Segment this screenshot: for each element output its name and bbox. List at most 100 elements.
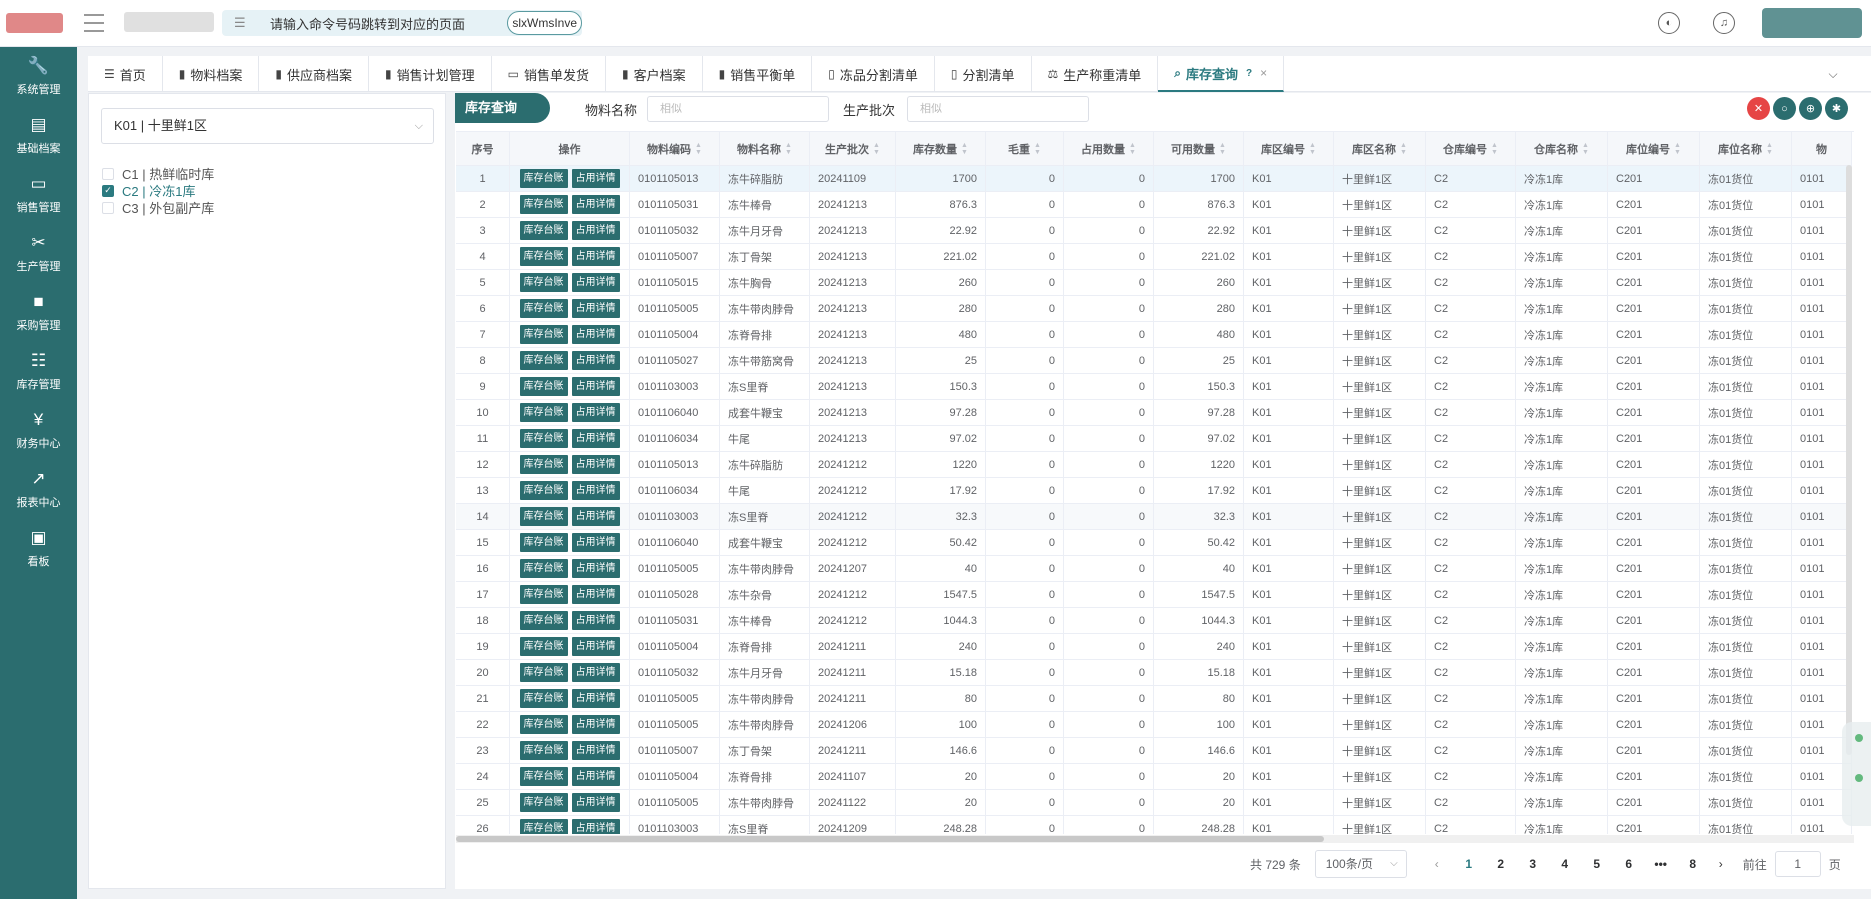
close-icon[interactable]: × [1260, 66, 1267, 80]
sidebar-item-system[interactable]: 🔧 系统管理 [0, 47, 77, 106]
occupy-detail-button[interactable]: 占用详情 [571, 663, 620, 682]
sort-icon[interactable]: ▲ ▼ [1674, 142, 1681, 156]
sort-icon[interactable]: ▲ ▼ [785, 142, 792, 156]
table-row[interactable]: 21 库存台账 占用详情 0101105005 冻牛带肉脖骨 20241211 80 0 0 80… [456, 686, 1852, 712]
table-row[interactable]: 20 库存台账 占用详情 0101105032 冻牛月牙骨 20241211 15.18 0 0… [456, 660, 1852, 686]
table-row[interactable]: 17 库存台账 占用详情 0101105028 冻牛杂骨 20241212 1547.5 0 0… [456, 582, 1852, 608]
occupy-detail-button[interactable]: 占用详情 [571, 637, 620, 656]
occupy-detail-button[interactable]: 占用详情 [571, 507, 620, 526]
stock-ledger-button[interactable]: 库存台账 [519, 611, 568, 630]
occupy-detail-button[interactable]: 占用详情 [571, 429, 620, 448]
column-header[interactable]: 物料名称 ▲ ▼ [720, 132, 810, 165]
tree-item-c3[interactable]: C3 | 外包副产库 [102, 198, 214, 217]
chevron-down-icon[interactable]: ⌵ [1815, 56, 1851, 92]
stock-ledger-button[interactable]: 库存台账 [519, 637, 568, 656]
occupy-detail-button[interactable]: 占用详情 [571, 767, 620, 786]
table-row[interactable]: 16 库存台账 占用详情 0101105005 冻牛带肉脖骨 20241207 40 0 0 40… [456, 556, 1852, 582]
stock-ledger-button[interactable]: 库存台账 [519, 351, 568, 370]
occupy-detail-button[interactable]: 占用详情 [571, 715, 620, 734]
stock-ledger-button[interactable]: 库存台账 [519, 585, 568, 604]
sidebar-item-sales[interactable]: ▭ 销售管理 [0, 165, 77, 224]
stock-ledger-button[interactable]: 库存台账 [519, 481, 568, 500]
table-row[interactable]: 25 库存台账 占用详情 0101105005 冻牛带肉脖骨 20241122 20 0 0 20… [456, 790, 1852, 816]
occupy-detail-button[interactable]: 占用详情 [571, 819, 620, 834]
sort-icon[interactable]: ▲ ▼ [1491, 142, 1498, 156]
material-name-input[interactable]: 相似 [647, 96, 829, 122]
stock-ledger-button[interactable]: 库存台账 [519, 247, 568, 266]
occupy-detail-button[interactable]: 占用详情 [571, 455, 620, 474]
tab-material[interactable]: ▮ 物料档案 [163, 56, 260, 92]
scroll-thumb[interactable] [456, 836, 1324, 842]
checkbox-checked[interactable]: ✓ [102, 184, 114, 197]
stock-ledger-button[interactable]: 库存台账 [519, 299, 568, 318]
table-row[interactable]: 12 库存台账 占用详情 0101105013 冻牛碎脂肪 20241212 1220 0 0 1… [456, 452, 1852, 478]
occupy-detail-button[interactable]: 占用详情 [571, 325, 620, 344]
page-1[interactable]: 1 [1453, 857, 1485, 871]
table-row[interactable]: 18 库存台账 占用详情 0101105031 冻牛棒骨 20241212 1044.3 0 0… [456, 608, 1852, 634]
sidebar-item-purchase[interactable]: ■ 采购管理 [0, 283, 77, 342]
tab-sales-delivery[interactable]: ▭ 销售单发货 [492, 56, 607, 92]
page-more[interactable]: ••• [1645, 857, 1677, 871]
table-row[interactable]: 5 库存台账 占用详情 0101105015 冻牛胸骨 20241213 260 0 0 260 K… [456, 270, 1852, 296]
occupy-detail-button[interactable]: 占用详情 [571, 559, 620, 578]
stock-ledger-button[interactable]: 库存台账 [519, 429, 568, 448]
tab-frozen-split[interactable]: ▯ 冻品分割清单 [812, 56, 935, 92]
sort-icon[interactable]: ▲ ▼ [1400, 142, 1407, 156]
tab-split-list[interactable]: ▯ 分割清单 [935, 56, 1032, 92]
table-row[interactable]: 11 库存台账 占用详情 0101106034 牛尾 20241213 97.02 0 0 97.… [456, 426, 1852, 452]
stock-ledger-button[interactable]: 库存台账 [519, 793, 568, 812]
sidebar-item-reports[interactable]: ↗ 报表中心 [0, 460, 77, 519]
table-row[interactable]: 6 库存台账 占用详情 0101105005 冻牛带肉脖骨 20241213 280 0 0 28… [456, 296, 1852, 322]
page-2[interactable]: 2 [1485, 857, 1517, 871]
occupy-detail-button[interactable]: 占用详情 [571, 273, 620, 292]
occupy-detail-button[interactable]: 占用详情 [571, 481, 620, 500]
occupy-detail-button[interactable]: 占用详情 [571, 299, 620, 318]
table-row[interactable]: 8 库存台账 占用详情 0101105027 冻牛带筋窝骨 20241213 25 0 0 25 K… [456, 348, 1852, 374]
occupy-detail-button[interactable]: 占用详情 [571, 351, 620, 370]
tab-sales-balance[interactable]: ▮ 销售平衡单 [703, 56, 813, 92]
batch-input[interactable]: 相似 [907, 96, 1089, 122]
table-row[interactable]: 1 库存台账 占用详情 0101105013 冻牛碎脂肪 20241109 1700 0 0 17… [456, 166, 1852, 192]
sidebar-item-dashboard[interactable]: ▣ 看板 [0, 519, 77, 578]
sort-icon[interactable]: ▲ ▼ [1582, 142, 1589, 156]
theme-icon[interactable]: ◐ [1658, 12, 1680, 34]
column-header[interactable]: 仓库名称 ▲ ▼ [1516, 132, 1608, 165]
table-row[interactable]: 10 库存台账 占用详情 0101106040 成套牛鞭宝 20241213 97.28 0 0… [456, 400, 1852, 426]
table-row[interactable]: 23 库存台账 占用详情 0101105007 冻丁骨架 20241211 146.6 0 0 1… [456, 738, 1852, 764]
column-header[interactable]: 占用数量 ▲ ▼ [1064, 132, 1154, 165]
stock-ledger-button[interactable]: 库存台账 [519, 741, 568, 760]
occupy-detail-button[interactable]: 占用详情 [571, 611, 620, 630]
stock-ledger-button[interactable]: 库存台账 [519, 663, 568, 682]
occupy-detail-button[interactable]: 占用详情 [571, 689, 620, 708]
page-3[interactable]: 3 [1517, 857, 1549, 871]
table-row[interactable]: 19 库存台账 占用详情 0101105004 冻脊骨排 20241211 240 0 0 240… [456, 634, 1852, 660]
table-row[interactable]: 15 库存台账 占用详情 0101106040 成套牛鞭宝 20241212 50.42 0 0… [456, 530, 1852, 556]
sort-icon[interactable]: ▲ ▼ [1034, 142, 1041, 156]
column-header[interactable]: 库区名称 ▲ ▼ [1334, 132, 1426, 165]
sort-icon[interactable]: ▲ ▼ [961, 142, 968, 156]
occupy-detail-button[interactable]: 占用详情 [571, 221, 620, 240]
checkbox[interactable] [102, 167, 114, 180]
column-header[interactable]: 库区编号 ▲ ▼ [1244, 132, 1334, 165]
page-8[interactable]: 8 [1677, 857, 1709, 871]
command-search-bar[interactable]: ☰ 请输入命令号码跳转到对应的页面 slxWmsInve [222, 10, 582, 36]
occupy-detail-button[interactable]: 占用详情 [571, 585, 620, 604]
sidebar-item-production[interactable]: ✂ 生产管理 [0, 224, 77, 283]
page-size-select[interactable]: 100条/页 ⌵ [1314, 850, 1407, 878]
column-header[interactable]: 生产批次 ▲ ▼ [810, 132, 896, 165]
sort-icon[interactable]: ▲ ▼ [1129, 142, 1136, 156]
sort-icon[interactable]: ▲ ▼ [873, 142, 880, 156]
stock-ledger-button[interactable]: 库存台账 [519, 819, 568, 834]
stock-ledger-button[interactable]: 库存台账 [519, 767, 568, 786]
sort-icon[interactable]: ▲ ▼ [1766, 142, 1773, 156]
stock-ledger-button[interactable]: 库存台账 [519, 325, 568, 344]
floating-toolbar[interactable] [1842, 722, 1871, 826]
next-page-icon[interactable]: › [1719, 857, 1723, 871]
menu-toggle-icon[interactable] [84, 14, 104, 32]
column-header[interactable]: 物料编码 ▲ ▼ [630, 132, 720, 165]
sidebar-item-finance[interactable]: ¥ 财务中心 [0, 401, 77, 460]
stock-ledger-button[interactable]: 库存台账 [519, 377, 568, 396]
sidebar-item-basic-archives[interactable]: ▤ 基础档案 [0, 106, 77, 165]
page-4[interactable]: 4 [1549, 857, 1581, 871]
stock-ledger-button[interactable]: 库存台账 [519, 533, 568, 552]
